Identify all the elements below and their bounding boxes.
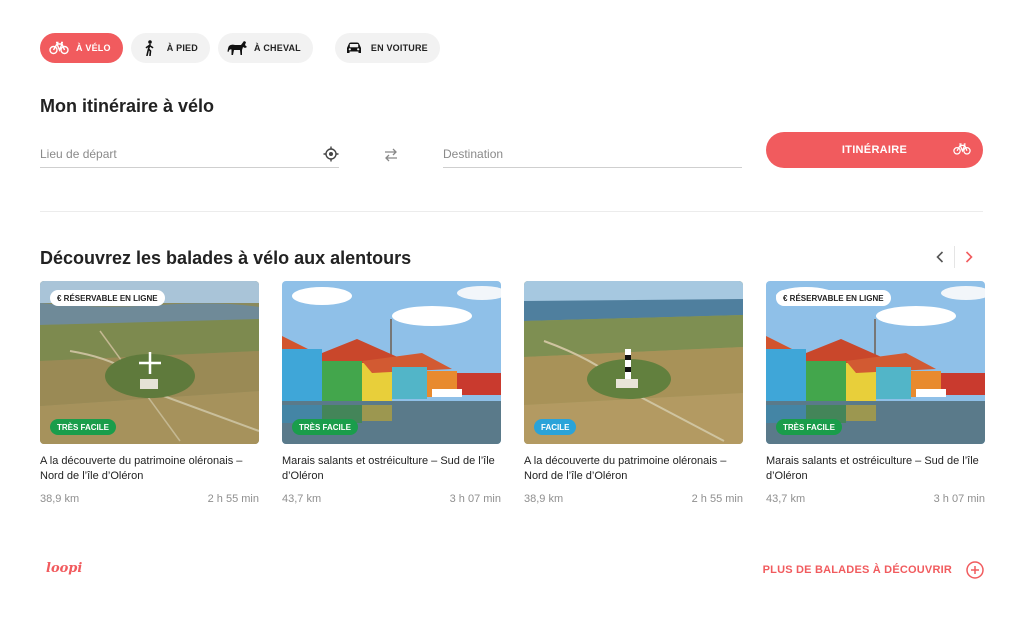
- chevron-right-icon[interactable]: [955, 246, 983, 268]
- ride-card-meta: 38,9 km 2 h 55 min: [40, 493, 259, 505]
- ride-card-title: A la découverte du patrimoine oléronais …: [40, 455, 243, 482]
- difficulty-badge: TRÈS FACILE: [50, 419, 117, 435]
- ride-card-image: TRÈS FACILE: [282, 281, 501, 444]
- mode-walk[interactable]: À PIED: [130, 33, 210, 63]
- ride-card-image: FACILE: [524, 281, 743, 444]
- bookable-badge: € RÉSERVABLE EN LIGNE: [50, 290, 165, 306]
- ride-duration: 3 h 07 min: [449, 493, 501, 505]
- mode-bike[interactable]: À VÉLO: [40, 33, 123, 63]
- mode-walk-label: À PIED: [166, 43, 198, 53]
- locate-icon[interactable]: [323, 146, 339, 162]
- more-rides-link[interactable]: PLUS DE BALADES À DÉCOUVRIR: [763, 561, 984, 579]
- ride-card[interactable]: TRÈS FACILE Marais salants et ostréicult…: [282, 281, 501, 505]
- more-rides-label: PLUS DE BALADES À DÉCOUVRIR: [762, 564, 952, 576]
- start-field: [40, 140, 339, 168]
- ride-card[interactable]: € RÉSERVABLE EN LIGNE TRÈS FACILE Marais…: [766, 281, 985, 505]
- ride-card[interactable]: FACILE A la découverte du patrimoine olé…: [524, 281, 743, 505]
- mode-car[interactable]: EN VOITURE: [334, 33, 440, 63]
- ride-duration: 2 h 55 min: [691, 493, 743, 505]
- mode-horse[interactable]: À CHEVAL: [217, 33, 313, 63]
- swap-icon[interactable]: [381, 147, 401, 163]
- horse-icon: [226, 39, 248, 57]
- mode-bike-label: À VÉLO: [76, 43, 111, 53]
- ride-duration: 2 h 55 min: [207, 493, 259, 505]
- loopi-logo[interactable]: loopi: [46, 561, 82, 576]
- section-title: Découvrez les balades à vélo aux alentou…: [40, 248, 412, 268]
- itinerary-button-label: ITINÉRAIRE: [841, 144, 908, 156]
- mode-car-label: EN VOITURE: [370, 43, 428, 53]
- bookable-badge: € RÉSERVABLE EN LIGNE: [776, 290, 891, 306]
- chevron-left-icon[interactable]: [926, 246, 954, 268]
- ride-duration: 3 h 07 min: [933, 493, 985, 505]
- ride-card-meta: 43,7 km 3 h 07 min: [766, 493, 985, 505]
- bike-icon: [953, 142, 971, 158]
- car-icon: [343, 39, 365, 57]
- ride-distance: 38,9 km: [524, 493, 564, 505]
- difficulty-badge: FACILE: [534, 419, 577, 435]
- plus-circle-icon: [966, 561, 984, 579]
- plus-icon: [138, 351, 162, 375]
- destination-field: [443, 140, 742, 168]
- ride-card-image: € RÉSERVABLE EN LIGNE TRÈS FACILE: [40, 281, 259, 444]
- walk-icon: [139, 39, 161, 57]
- ride-card-title: Marais salants et ostréiculture – Sud de…: [766, 455, 979, 482]
- ride-distance: 38,9 km: [40, 493, 80, 505]
- itinerary-button[interactable]: ITINÉRAIRE: [766, 132, 983, 168]
- ride-card-image: € RÉSERVABLE EN LIGNE TRÈS FACILE: [766, 281, 985, 444]
- ride-card[interactable]: € RÉSERVABLE EN LIGNE TRÈS FACILE A la d…: [40, 281, 259, 505]
- ride-card-meta: 43,7 km 3 h 07 min: [282, 493, 501, 505]
- bike-icon: [48, 39, 70, 57]
- page-title: Mon itinéraire à vélo: [40, 96, 215, 116]
- difficulty-badge: TRÈS FACILE: [292, 419, 359, 435]
- ride-card-title: Marais salants et ostréiculture – Sud de…: [282, 455, 495, 482]
- ride-distance: 43,7 km: [282, 493, 322, 505]
- ride-card-meta: 38,9 km 2 h 55 min: [524, 493, 743, 505]
- ride-distance: 43,7 km: [766, 493, 806, 505]
- divider: [40, 211, 983, 212]
- ride-card-title: A la découverte du patrimoine oléronais …: [524, 455, 727, 482]
- travel-mode-selector: À VÉLO À PIED À CHEVAL EN VOITURE: [40, 33, 440, 63]
- carousel-nav: [926, 246, 983, 268]
- mode-horse-label: À CHEVAL: [253, 43, 301, 53]
- ride-cards: € RÉSERVABLE EN LIGNE TRÈS FACILE A la d…: [40, 281, 985, 505]
- destination-input[interactable]: [443, 146, 703, 161]
- start-input[interactable]: [40, 146, 300, 161]
- difficulty-badge: TRÈS FACILE: [776, 419, 843, 435]
